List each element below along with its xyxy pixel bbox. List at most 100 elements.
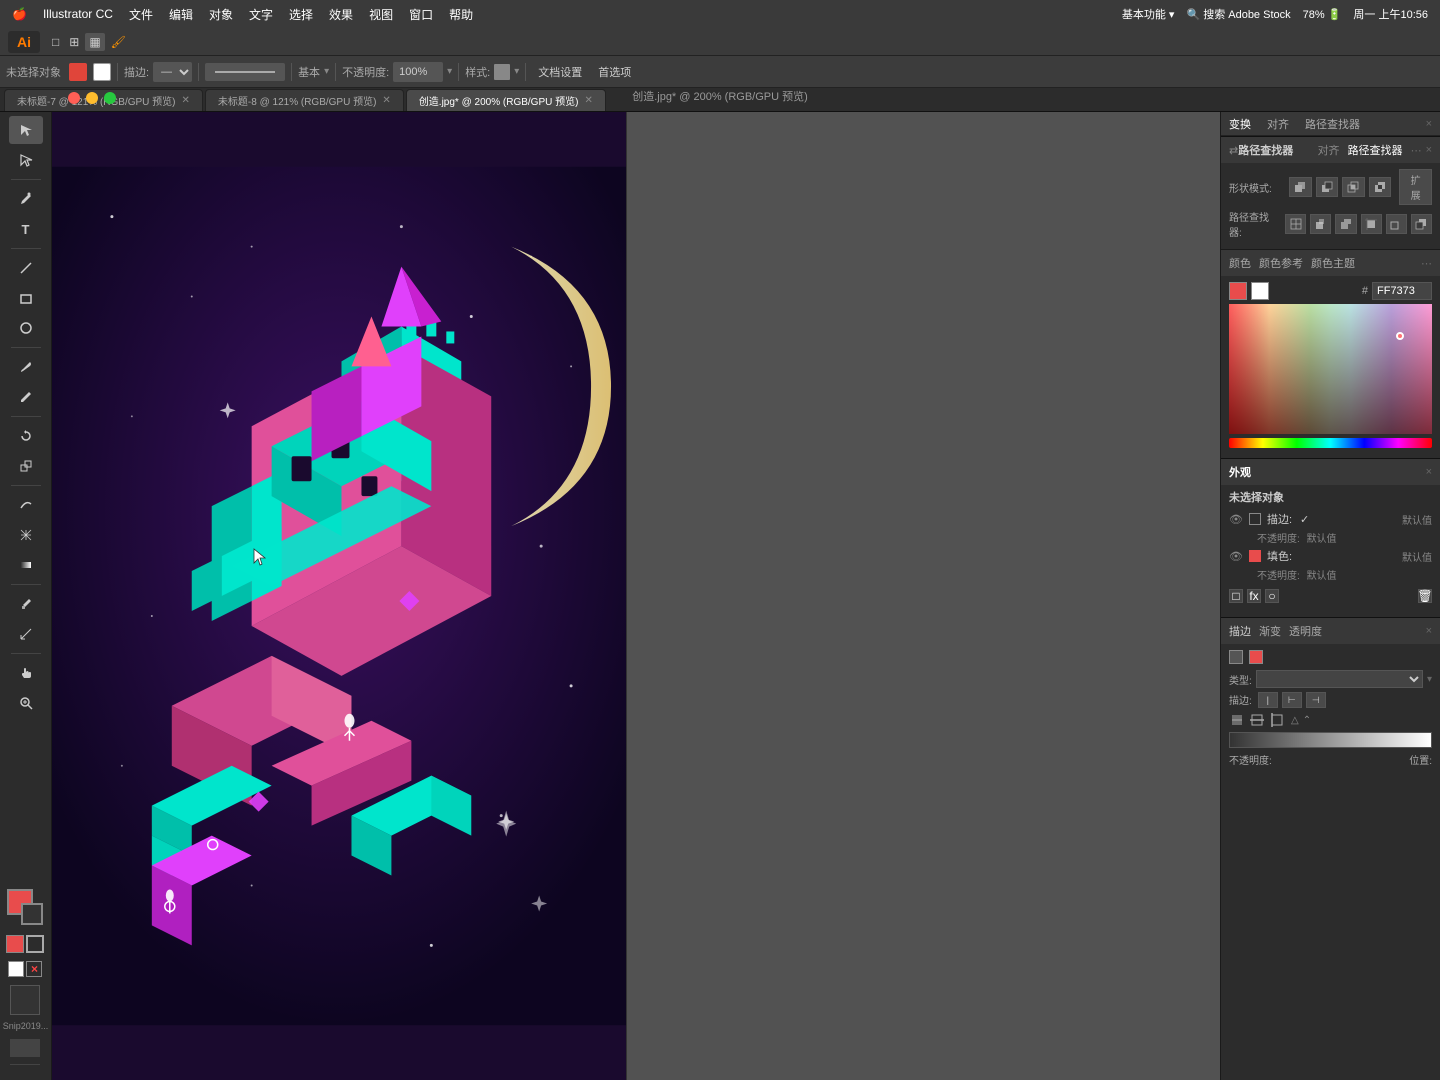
menu-edit[interactable]: 编辑 [169,6,193,23]
align-tab[interactable]: 对齐 [1267,116,1289,132]
appearance-close[interactable]: × [1426,466,1432,478]
tab-2[interactable]: 未标题-8 @ 121% (RGB/GPU 预览) ✕ [205,89,404,111]
color-cursor[interactable] [1396,332,1404,340]
transform-panel-close[interactable]: × [1426,118,1432,130]
type-tool[interactable]: T [9,215,43,243]
minus-back-btn[interactable] [1411,214,1432,234]
canvas-area[interactable] [52,112,1220,1080]
stock-search[interactable]: 🔍 搜索 Adobe Stock [1186,6,1290,22]
hand-tool[interactable] [9,659,43,687]
stroke-btn-1[interactable]: | [1258,692,1278,708]
stroke-swatch-appear[interactable] [1249,513,1261,525]
app-name[interactable]: Illustrator CC [43,7,113,21]
panel-options-btn[interactable]: ⋯ [1411,144,1422,157]
menu-effect[interactable]: 效果 [329,6,353,23]
pencil-tool[interactable] [9,383,43,411]
apple-menu[interactable]: 🍎 [12,7,27,21]
arrange-btn[interactable]: ▦ [85,33,104,51]
zoom-tool[interactable] [9,689,43,717]
color-theme-tab[interactable]: 颜色主题 [1311,255,1355,271]
opacity-input[interactable] [393,62,443,82]
color-ref-tab[interactable]: 颜色参考 [1259,255,1303,271]
menu-file[interactable]: 文件 [129,6,153,23]
stroke-swatch[interactable] [93,63,111,81]
appear-square-btn[interactable]: □ [1229,589,1243,603]
stroke-mini[interactable] [26,935,44,953]
pathfinder-tab[interactable]: 路径查找器 [1305,116,1360,132]
appear-circle-btn[interactable]: ○ [1265,589,1279,603]
brush-tool[interactable] [9,353,43,381]
warp-tool[interactable] [9,491,43,519]
color-btn[interactable] [8,961,24,977]
pen-tool[interactable] [9,185,43,213]
menu-type[interactable]: 文字 [249,6,273,23]
pathfinder-panel-header[interactable]: ⇄ 路径查找器 对齐 路径查找器 ⋯ × [1221,137,1440,163]
expand-btn[interactable]: 扩展 [1399,169,1432,205]
fill-color-swatch[interactable] [69,63,87,81]
hex-input[interactable] [1372,282,1432,300]
color-tab[interactable]: 颜色 [1229,255,1251,271]
intersect-btn[interactable] [1342,177,1365,197]
type-select[interactable] [1256,670,1423,688]
tab-3-close[interactable]: ✕ [584,95,592,106]
stroke-section-close[interactable]: × [1426,625,1432,637]
stroke-weight-select[interactable]: — [153,62,192,82]
direct-select-tool[interactable] [9,146,43,174]
align-icon-1[interactable] [1229,712,1245,728]
menu-object[interactable]: 对象 [209,6,233,23]
workspace-switcher[interactable]: 基本功能 ▾ [1122,6,1175,22]
stroke-btn-2[interactable]: ⊢ [1282,692,1302,708]
measure-tool[interactable] [9,620,43,648]
gradient-tab[interactable]: 渐变 [1259,623,1281,639]
eye-icon-1[interactable]: 👁 [1229,513,1243,526]
crop-btn[interactable] [1361,214,1382,234]
outline-btn[interactable] [1386,214,1407,234]
appear-fx-btn[interactable]: fx [1247,589,1261,603]
stroke-red-mini[interactable] [1249,650,1263,664]
paint-btn[interactable]: 🖌 [107,33,130,51]
merge-btn[interactable] [1335,214,1356,234]
align-icon-2[interactable] [1249,712,1265,728]
ellipse-tool[interactable] [9,314,43,342]
fg-bg-colors[interactable] [7,889,43,925]
appear-trash-btn[interactable]: 🗑 [1418,589,1432,603]
menu-view[interactable]: 视图 [369,6,393,23]
background-color[interactable] [21,903,43,925]
fill-mini[interactable] [6,935,24,953]
divide-btn[interactable] [1285,214,1306,234]
panel-close[interactable]: × [1426,144,1432,156]
transform-tab[interactable]: 变换 [1229,116,1251,132]
fg-swatch[interactable] [1229,282,1247,300]
eyedropper-tool[interactable] [9,590,43,618]
open-btn[interactable]: ⊞ [65,33,83,51]
new-doc-btn[interactable]: □ [48,33,63,51]
stroke-btn-3[interactable]: ⊣ [1306,692,1326,708]
transparency-tab[interactable]: 透明度 [1289,623,1322,639]
doc-settings-btn[interactable]: 文档设置 [532,62,588,82]
hue-slider[interactable] [1229,438,1432,448]
type-chevron[interactable]: ▾ [1427,674,1432,685]
stroke-white-mini[interactable] [1229,650,1243,664]
no-color-btn[interactable]: × [26,961,42,977]
align-icon-3[interactable] [1269,712,1285,728]
pathfinder-title-2[interactable]: 路径查找器 [1348,142,1403,158]
mesh-tool[interactable] [9,521,43,549]
rect-tool[interactable] [9,284,43,312]
gradient-tool[interactable] [9,551,43,579]
trim-btn[interactable] [1310,214,1331,234]
minimize-btn[interactable] [86,92,98,104]
color-panel-options[interactable]: ⋯ [1421,257,1432,270]
scale-tool[interactable] [9,452,43,480]
menu-help[interactable]: 帮助 [449,6,473,23]
eye-icon-2[interactable]: 👁 [1229,550,1243,563]
rotate-tool[interactable] [9,422,43,450]
fill-swatch-appear[interactable] [1249,550,1261,562]
gradient-bar[interactable] [1229,732,1432,748]
line-tool[interactable] [9,254,43,282]
unite-btn[interactable] [1289,177,1312,197]
prefs-btn[interactable]: 首选项 [592,62,637,82]
select-tool[interactable] [9,116,43,144]
maximize-btn[interactable] [104,92,116,104]
exclude-btn[interactable] [1369,177,1392,197]
color-gradient-box[interactable] [1229,304,1432,434]
